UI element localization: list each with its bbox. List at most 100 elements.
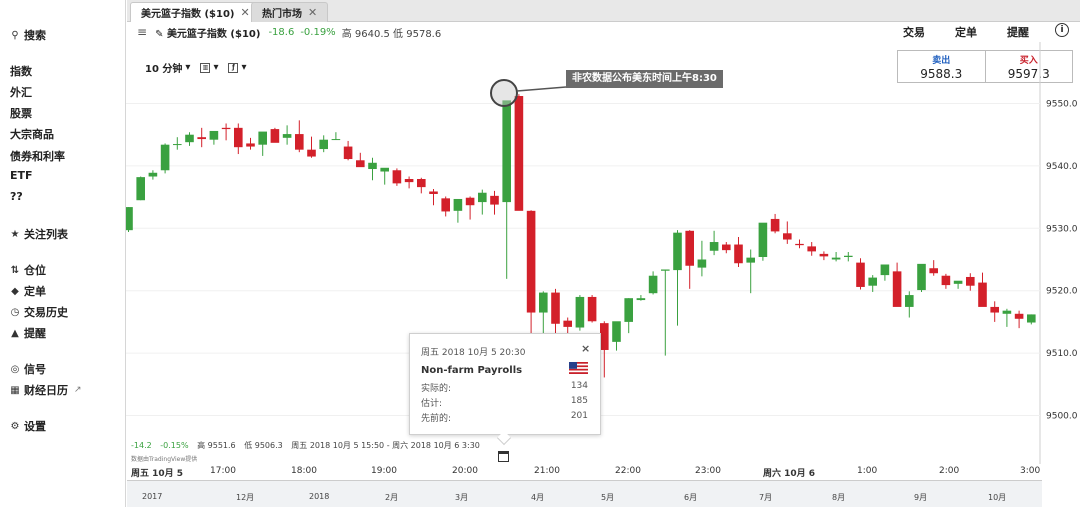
candle <box>307 136 316 158</box>
x-tick-label: 17:00 <box>210 466 236 476</box>
candle <box>722 242 731 254</box>
search-icon: ⚲ <box>11 29 19 41</box>
x-tick-label: 周五 10月 5 <box>131 469 184 479</box>
y-tick-label: 9500.0 <box>1046 412 1078 422</box>
x-tick-label: 18:00 <box>291 466 317 476</box>
close-icon[interactable]: ✕ <box>308 6 317 19</box>
sidebar-watchlist[interactable]: ★ 关注列表 <box>10 226 68 242</box>
sidebar-search[interactable]: ⚲ 搜索 <box>10 27 46 43</box>
alert-button[interactable]: 提醒 <box>1007 24 1029 40</box>
candle <box>185 132 194 146</box>
sidebar-item-etf[interactable]: ETF <box>10 169 33 182</box>
candle-body <box>258 131 267 145</box>
sidebar-search-label: 搜索 <box>24 29 46 42</box>
candle-body <box>917 263 926 291</box>
candle <box>624 298 633 334</box>
candle <box>380 167 389 185</box>
candle-body <box>404 179 414 183</box>
candle <box>746 249 755 294</box>
timeline-navigator[interactable] <box>127 480 1042 507</box>
ohlc-low: 低 9506.3 <box>244 441 283 450</box>
tab-label: 美元篮子指数 ($10) <box>141 9 235 20</box>
x-tick-label: 20:00 <box>452 466 478 476</box>
hamburger-icon[interactable]: ≡ <box>137 25 147 39</box>
sidebar-item-bonds[interactable]: 债券和利率 <box>10 148 65 164</box>
sidebar-item-commodities[interactable]: 大宗商品 <box>10 126 54 142</box>
candle <box>1014 310 1024 329</box>
candle-body <box>270 129 280 143</box>
info-icon[interactable]: i <box>1055 23 1069 37</box>
candle-body <box>953 280 963 284</box>
price-chart[interactable]: 9500.0 9510.0 9520.0 9530.0 9540.0 9550.0 <box>126 42 1080 464</box>
sidebar-item-label: 债券和利率 <box>10 150 65 163</box>
navigator-label: 2017 <box>142 492 163 501</box>
close-icon[interactable]: × <box>581 342 590 355</box>
sidebar-item-label: 提醒 <box>24 327 46 340</box>
sidebar-item-label: ?? <box>10 190 23 203</box>
instrument-change-pct: -0.19% <box>300 26 336 38</box>
sidebar-settings[interactable]: ⚙ 设置 <box>10 418 46 434</box>
candle <box>453 198 463 223</box>
tab-bar: 美元篮子指数 ($10) ✕ 热门市场 ✕ <box>127 0 1080 22</box>
candle <box>295 120 304 153</box>
candle <box>966 273 975 291</box>
calendar-event-icon[interactable] <box>498 451 509 462</box>
candle <box>368 157 377 181</box>
sidebar-positions[interactable]: ⇅ 仓位 <box>10 262 46 278</box>
candle-body <box>978 282 987 307</box>
candle-body <box>673 232 682 271</box>
data-provider: 数据由TradingView提供 <box>131 456 198 463</box>
x-tick-label: 3:00 <box>1020 466 1041 476</box>
x-tick-label: 23:00 <box>695 466 721 476</box>
candle <box>819 251 829 261</box>
sidebar-orders[interactable]: ◆ 定单 <box>10 283 46 299</box>
candle-body <box>636 298 646 301</box>
tab-usd-basket[interactable]: 美元篮子指数 ($10) ✕ <box>130 2 261 22</box>
row-label: 先前的: <box>421 414 452 424</box>
sidebar-history[interactable]: ◷ 交易历史 <box>10 304 68 320</box>
sidebar-item-unknown[interactable]: ?? <box>10 190 23 203</box>
star-icon: ★ <box>10 228 20 240</box>
instrument-name[interactable]: ✎ 美元篮子指数 ($10) <box>155 25 260 40</box>
sidebar-item-indices[interactable]: 指数 <box>10 63 32 79</box>
annotation-label: 非农数据公布美东时间上午8:30 <box>566 70 723 88</box>
candle-body <box>783 233 792 240</box>
us-flag-icon <box>569 362 588 374</box>
sidebar-item-forex[interactable]: 外汇 <box>10 84 32 100</box>
trade-button[interactable]: 交易 <box>903 24 925 40</box>
row-label: 估计: <box>421 399 443 409</box>
candle-body <box>148 172 158 177</box>
candle-body <box>392 170 402 184</box>
candle-body <box>563 320 572 327</box>
sidebar-item-stocks[interactable]: 股票 <box>10 105 32 121</box>
candle <box>209 130 219 145</box>
clock-icon: ◷ <box>10 306 20 318</box>
candle-body <box>1002 310 1012 314</box>
row-value: 185 <box>570 396 588 406</box>
y-tick-label: 9520.0 <box>1046 287 1078 297</box>
gear-icon: ⚙ <box>10 420 20 432</box>
tab-hot-markets[interactable]: 热门市场 ✕ <box>251 2 329 22</box>
candle-body <box>490 195 499 205</box>
candle <box>246 137 255 150</box>
sidebar-alerts[interactable]: ▲ 提醒 <box>10 325 46 341</box>
candle-body <box>478 192 487 203</box>
candle-body <box>746 257 755 263</box>
candle <box>392 168 402 186</box>
candle <box>343 140 353 161</box>
candle <box>478 189 487 215</box>
candle <box>404 176 414 189</box>
close-icon[interactable]: ✕ <box>241 6 250 19</box>
candle <box>807 242 816 256</box>
sidebar-signals[interactable]: ◎ 信号 <box>10 361 46 377</box>
candle <box>856 258 865 290</box>
candle-body <box>173 144 182 146</box>
navigator-label: 7月 <box>759 493 773 502</box>
candle-body <box>734 244 743 264</box>
x-tick-label: 2:00 <box>939 466 960 476</box>
sidebar-calendar[interactable]: ▦ 财经日历 ↗ <box>10 382 81 398</box>
candle-body <box>368 162 377 170</box>
order-button[interactable]: 定单 <box>955 24 977 40</box>
candle <box>880 264 890 281</box>
tab-label: 热门市场 <box>262 9 302 20</box>
